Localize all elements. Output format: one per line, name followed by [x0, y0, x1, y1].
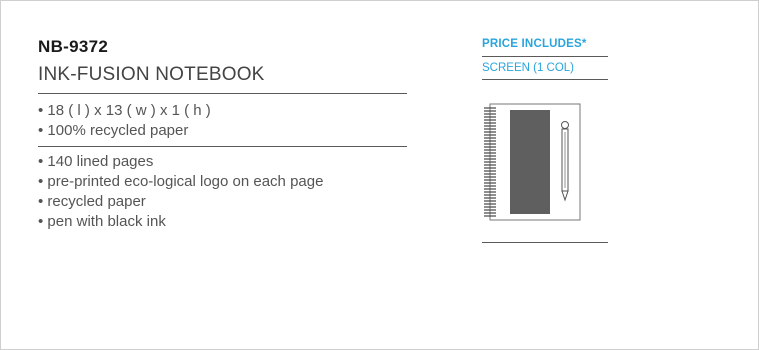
feature-item: • pen with black ink — [38, 213, 166, 230]
divider — [38, 93, 407, 94]
feature-item: • pre-printed eco-logical logo on each p… — [38, 173, 324, 190]
divider — [482, 79, 608, 80]
feature-item: • recycled paper — [38, 193, 146, 210]
spec-item: • 100% recycled paper — [38, 122, 189, 139]
spec-list: • 18 ( l ) x 13 ( w ) x 1 ( h ) • 100% r… — [38, 101, 407, 146]
feature-item: • 140 lined pages — [38, 153, 154, 170]
price-includes-heading: PRICE INCLUDES* — [482, 38, 587, 50]
product-details: NB-9372 INK-FUSION NOTEBOOK • 18 ( l ) x… — [38, 37, 407, 232]
product-card: NB-9372 INK-FUSION NOTEBOOK • 18 ( l ) x… — [0, 0, 759, 350]
pricing-panel: PRICE INCLUDES* SCREEN (1 COL) — [482, 37, 608, 243]
spec-item: • 18 ( l ) x 13 ( w ) x 1 ( h ) — [38, 102, 211, 119]
product-name: INK-FUSION NOTEBOOK — [38, 64, 265, 85]
divider — [38, 146, 407, 147]
price-item: SCREEN (1 COL) — [482, 62, 575, 74]
divider — [482, 242, 608, 243]
feature-list: • 140 lined pages • pre-printed eco-logi… — [38, 152, 407, 232]
product-code: NB-9372 — [38, 37, 109, 56]
notebook-with-pen-icon — [482, 102, 582, 227]
divider — [482, 56, 608, 57]
